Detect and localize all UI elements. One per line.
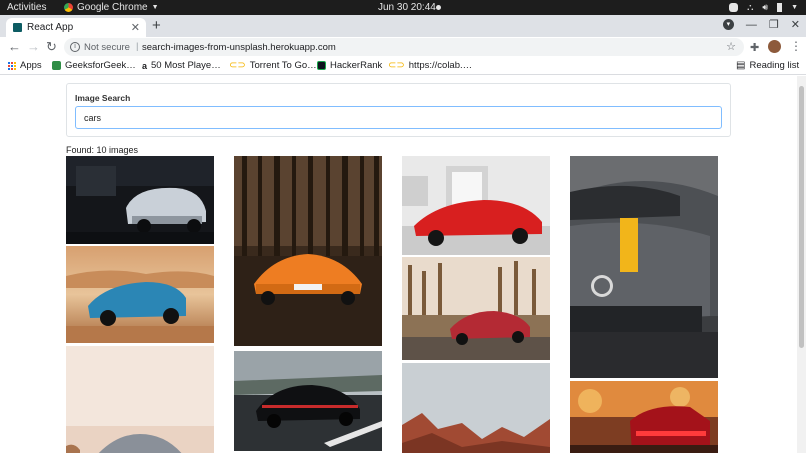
extensions-puzzle-icon[interactable]: ✚ (750, 41, 759, 54)
page-viewport: Image Search Found: 10 images (0, 76, 797, 453)
discord-icon[interactable] (729, 3, 739, 12)
result-image-blue-camaro[interactable] (66, 246, 214, 343)
result-image-canyon-road[interactable] (402, 363, 550, 453)
car-photo (402, 363, 550, 453)
search-label: Image Search (75, 93, 131, 103)
back-arrow-icon[interactable]: ← (8, 39, 21, 54)
network-icon[interactable]: ⛬ (747, 2, 753, 13)
reading-list-label: Reading list (749, 60, 800, 71)
result-image-grey-mercedes-amg[interactable] (570, 156, 718, 378)
page-scrollbar[interactable] (797, 76, 806, 453)
notification-dot-icon (436, 5, 441, 10)
react-app-favicon (13, 23, 22, 32)
tab-strip: React App ✕ + ▾ — ❐ ✕ (0, 15, 806, 37)
scrollbar-thumb[interactable] (799, 86, 804, 348)
caret-down-icon: ▼ (151, 4, 159, 11)
reload-icon[interactable]: ↻ (46, 39, 57, 55)
car-photo (402, 156, 550, 255)
car-photo (66, 246, 214, 343)
restore-icon[interactable]: ❐ (769, 18, 779, 31)
address-bar[interactable]: i Not secure | search-images-from-unspla… (64, 38, 744, 56)
tab-title: React App (27, 22, 74, 33)
amazon-icon: a (142, 60, 148, 71)
profile-avatar[interactable] (768, 40, 781, 53)
result-image-orange-lamborghini[interactable] (234, 156, 382, 346)
navigation-bar: ← → ↻ i Not secure | search-images-from-… (0, 37, 806, 57)
bookmark-label: Torrent To Go… (249, 60, 317, 71)
window-controls: ▾ — ❐ ✕ (722, 18, 800, 31)
result-image-red-car-taillights[interactable] (570, 381, 718, 453)
link-icon: ⊂⊃ (229, 60, 246, 71)
bookmarks-bar: Apps GeeksforGeek… a 50 Most Playe… ⊂⊃ T… (0, 57, 806, 75)
result-image-black-porsche[interactable] (234, 351, 382, 451)
bookmark-star-icon[interactable]: ☆ (726, 40, 736, 53)
address-separator: | (136, 41, 139, 52)
app-menu[interactable]: Google Chrome ▼ (64, 2, 159, 13)
result-image-white-car[interactable] (66, 346, 214, 453)
car-photo (234, 351, 382, 451)
apps-grid-icon (8, 61, 16, 70)
car-photo (66, 156, 214, 244)
results-count: Found: 10 images (66, 145, 139, 155)
gfg-icon (52, 61, 61, 70)
system-top-bar: Activities Google Chrome ▼ Jun 30 20:44 … (0, 0, 806, 15)
tab-search-icon[interactable]: ▾ (722, 19, 734, 30)
close-tab-icon[interactable]: ✕ (131, 21, 140, 34)
bookmark-hackerrank[interactable]: HackerRank (317, 60, 382, 71)
result-image-red-mercedes-amg[interactable] (402, 257, 550, 360)
security-label: Not secure (84, 42, 130, 53)
bookmark-colab[interactable]: ⊂⊃ https://colab.… (388, 60, 472, 71)
bookmark-50-most-played[interactable]: a 50 Most Playe… (142, 60, 221, 71)
url-text[interactable]: search-images-from-unsplash.herokuapp.co… (142, 42, 336, 53)
forward-arrow-icon[interactable]: → (27, 39, 40, 54)
search-input[interactable] (75, 106, 722, 129)
chevron-down-icon[interactable]: ▼ (791, 4, 798, 11)
info-icon[interactable]: i (70, 42, 80, 52)
more-menu-icon[interactable]: ⋮ (790, 39, 802, 53)
link-icon: ⊂⊃ (388, 60, 405, 71)
battery-icon[interactable] (777, 3, 783, 12)
new-tab-button[interactable]: + (152, 17, 161, 34)
reading-list-button[interactable]: ▤ Reading list (736, 60, 799, 71)
result-image-dark-camaro[interactable] (66, 156, 214, 244)
clock[interactable]: Jun 30 20:44 (378, 2, 436, 13)
hackerrank-icon (317, 61, 326, 70)
bookmark-label: HackerRank (330, 60, 383, 71)
chrome-icon (64, 3, 73, 12)
car-photo (234, 156, 382, 346)
system-tray[interactable]: ⛬ 🔊︎ ▼ (729, 2, 798, 13)
car-photo (402, 257, 550, 360)
minimize-icon[interactable]: — (746, 19, 757, 31)
bookmark-label: https://colab.… (408, 60, 473, 71)
result-image-red-ferrari[interactable] (402, 156, 550, 255)
bookmark-geeksforgeeks[interactable]: GeeksforGeek… (52, 60, 136, 71)
bookmark-apps[interactable]: Apps (8, 60, 42, 71)
volume-icon[interactable]: 🔊︎ (762, 2, 768, 13)
bookmark-torrent[interactable]: ⊂⊃ Torrent To Go… (229, 60, 317, 71)
activities-button[interactable]: Activities (7, 2, 46, 13)
reading-list-icon: ▤ (736, 60, 746, 71)
search-card: Image Search (66, 83, 731, 137)
browser-tab[interactable]: React App ✕ (6, 18, 146, 37)
close-window-icon[interactable]: ✕ (791, 18, 800, 31)
bookmark-label: GeeksforGeek… (65, 60, 136, 71)
car-photo (570, 156, 718, 378)
bookmark-label: Apps (20, 60, 42, 71)
bookmark-label: 50 Most Playe… (151, 60, 221, 71)
app-menu-label: Google Chrome (77, 2, 148, 13)
car-photo (570, 381, 718, 453)
car-photo (66, 346, 214, 453)
